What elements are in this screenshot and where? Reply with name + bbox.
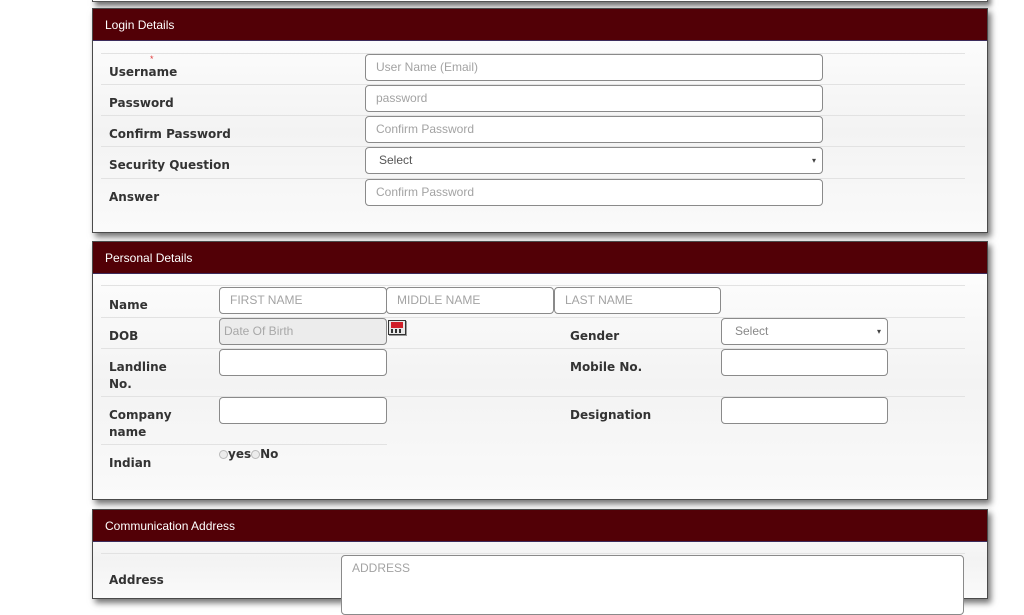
gender-select[interactable]: Select ▾ <box>721 318 888 345</box>
security-question-label: Security Question <box>109 158 230 172</box>
chevron-down-icon: ▾ <box>811 156 816 165</box>
communication-address-panel: Communication Address Address ADDRESS <box>92 509 988 615</box>
dob-input[interactable]: Date Of Birth <box>219 318 387 345</box>
address-label: Address <box>109 573 164 587</box>
company-label-line1: Company <box>109 408 172 422</box>
name-label: Name <box>109 298 148 312</box>
dob-label: DOB <box>109 329 139 343</box>
personal-details-header: Personal Details <box>93 242 987 274</box>
company-input[interactable] <box>219 397 387 424</box>
password-input[interactable]: password <box>365 85 823 112</box>
required-asterisk: * <box>150 54 154 64</box>
middle-name-input[interactable]: MIDDLE NAME <box>386 287 554 314</box>
communication-address-header: Communication Address <box>93 510 987 542</box>
first-name-input[interactable]: FIRST NAME <box>219 287 387 314</box>
designation-input[interactable] <box>721 397 888 424</box>
indian-yes-radio[interactable] <box>219 449 228 459</box>
landline-label-line1: Landline <box>109 360 167 374</box>
last-name-input[interactable]: LAST NAME <box>554 287 721 314</box>
divider <box>101 285 965 286</box>
answer-label: Answer <box>109 190 160 204</box>
mobile-input[interactable] <box>721 349 888 376</box>
personal-details-panel: Personal Details Name FIRST NAME MIDDLE … <box>92 241 988 500</box>
answer-input[interactable]: Confirm Password <box>365 179 823 206</box>
divider <box>101 553 965 554</box>
landline-label-line2: No. <box>109 377 132 391</box>
indian-yes-label[interactable]: yes <box>228 447 251 461</box>
designation-label: Designation <box>570 408 652 422</box>
landline-input[interactable] <box>219 349 387 376</box>
landline-label: Landline No. <box>109 359 167 393</box>
previous-panel-edge <box>92 0 988 2</box>
confirm-password-label: Confirm Password <box>109 127 231 141</box>
company-label-line2: name <box>109 425 147 439</box>
username-input[interactable]: User Name (Email) <box>365 54 823 81</box>
indian-no-label[interactable]: No <box>260 447 278 461</box>
indian-no-radio[interactable] <box>251 449 261 459</box>
gender-label: Gender <box>570 329 620 343</box>
divider <box>101 444 387 445</box>
company-label: Company name <box>109 407 172 441</box>
mobile-label: Mobile No. <box>570 360 643 374</box>
indian-radio-group: yes No <box>219 447 278 461</box>
indian-label: Indian <box>109 456 152 470</box>
login-details-header: Login Details <box>93 9 987 41</box>
password-label: Password <box>109 96 174 110</box>
gender-value: Select <box>735 324 769 338</box>
security-question-value: Select <box>379 153 413 167</box>
calendar-icon[interactable] <box>388 320 406 335</box>
username-label: Username <box>109 65 178 79</box>
address-input[interactable]: ADDRESS <box>341 555 964 615</box>
login-details-panel: Login Details * Username User Name (Emai… <box>92 8 988 233</box>
confirm-password-input[interactable]: Confirm Password <box>365 116 823 143</box>
chevron-down-icon: ▾ <box>876 327 881 336</box>
security-question-select[interactable]: Select ▾ <box>365 147 823 174</box>
